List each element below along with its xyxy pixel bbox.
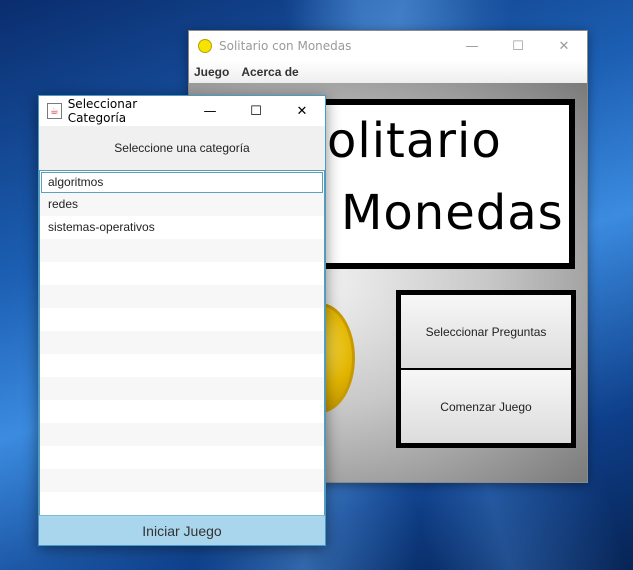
- maximize-icon: ☐: [512, 38, 524, 54]
- minimize-icon: —: [465, 38, 479, 54]
- main-titlebar[interactable]: Solitario con Monedas — ☐ ✕: [189, 31, 587, 61]
- dialog-minimize-button[interactable]: —: [187, 96, 233, 126]
- empty-list-row: [40, 239, 324, 262]
- dialog-heading: Seleccione una categoría: [114, 141, 250, 155]
- main-close-button[interactable]: ✕: [541, 31, 587, 61]
- list-item[interactable]: sistemas-operativos: [40, 216, 324, 239]
- title-line-1: olitario: [327, 113, 502, 169]
- dialog-maximize-button[interactable]: ☐: [233, 96, 279, 126]
- start-game-dialog-button[interactable]: Iniciar Juego: [39, 515, 325, 545]
- empty-list-row: [40, 423, 324, 446]
- main-maximize-button[interactable]: ☐: [495, 31, 541, 61]
- main-button-group: Seleccionar Preguntas Comenzar Juego: [396, 290, 576, 448]
- dialog-title: Seleccionar Categoría: [67, 97, 138, 125]
- empty-list-row: [40, 354, 324, 377]
- empty-list-row: [40, 400, 324, 423]
- start-game-button[interactable]: Comenzar Juego: [401, 370, 571, 443]
- close-icon: ✕: [558, 38, 570, 54]
- minimize-icon: —: [203, 103, 217, 119]
- empty-list-row: [40, 492, 324, 515]
- empty-list-row: [40, 377, 324, 400]
- list-item[interactable]: redes: [40, 193, 324, 216]
- coin-app-icon: [198, 39, 212, 53]
- menu-acerca-de[interactable]: Acerca de: [241, 65, 298, 79]
- empty-list-row: [40, 331, 324, 354]
- maximize-icon: ☐: [250, 103, 262, 119]
- empty-list-row: [40, 262, 324, 285]
- menu-juego[interactable]: Juego: [194, 65, 229, 79]
- empty-list-row: [40, 285, 324, 308]
- empty-list-row: [40, 469, 324, 492]
- dialog-titlebar[interactable]: ☕ Seleccionar Categoría — ☐ ✕: [39, 96, 325, 126]
- menubar: Juego Acerca de: [189, 61, 587, 83]
- select-questions-button[interactable]: Seleccionar Preguntas: [401, 295, 571, 368]
- list-item[interactable]: algoritmos: [41, 172, 323, 193]
- title-line-2: Monedas: [341, 185, 564, 241]
- empty-list-row: [40, 446, 324, 469]
- empty-list-row: [40, 308, 324, 331]
- category-dialog: ☕ Seleccionar Categoría — ☐ ✕ Seleccione…: [38, 95, 326, 546]
- main-window-title: Solitario con Monedas: [219, 39, 352, 53]
- close-icon: ✕: [296, 103, 308, 119]
- java-app-icon: ☕: [47, 103, 62, 119]
- main-minimize-button[interactable]: —: [449, 31, 495, 61]
- category-list[interactable]: algoritmos redes sistemas-operativos: [39, 170, 325, 516]
- dialog-close-button[interactable]: ✕: [279, 96, 325, 126]
